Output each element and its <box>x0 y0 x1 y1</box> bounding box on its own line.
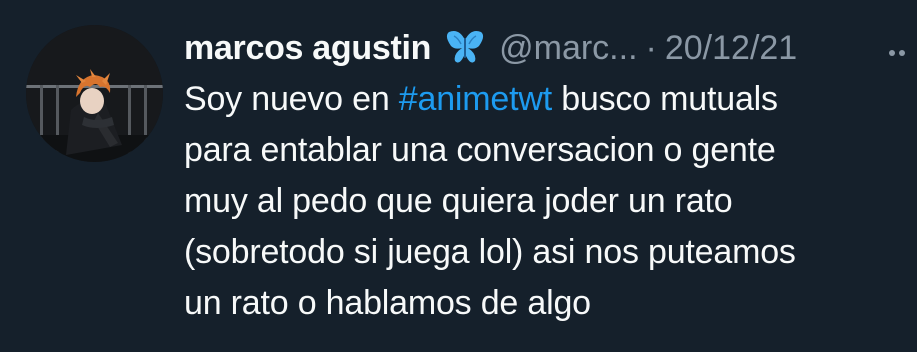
avatar-image <box>26 25 163 162</box>
hashtag-link[interactable]: #animetwt <box>399 80 552 118</box>
tweet-text-line: un rato o hablamos de algo <box>184 284 591 322</box>
user-handle[interactable]: @marc... <box>499 29 637 68</box>
tweet-card[interactable]: marcos agustin @marc... · 20/12/21 Soy n… <box>0 0 917 352</box>
butterfly-emoji-icon <box>445 30 485 66</box>
text-segment: busco mutuals <box>551 80 778 118</box>
more-icon[interactable] <box>888 38 917 68</box>
tweet-header: marcos agustin @marc... · 20/12/21 <box>184 26 904 70</box>
tweet-text-line: Soy nuevo en #animetwt busco mutuals <box>184 74 904 125</box>
separator-dot: · <box>645 28 657 67</box>
avatar[interactable] <box>26 25 163 162</box>
display-name[interactable]: marcos agustin <box>184 29 431 68</box>
tweet-content: marcos agustin @marc... · 20/12/21 Soy n… <box>184 26 904 329</box>
tweet-text-line: (sobretodo si juega lol) asi nos puteamo… <box>184 233 796 271</box>
text-segment: Soy nuevo en <box>184 80 399 118</box>
tweet-text: Soy nuevo en #animetwt busco mutuals par… <box>184 74 904 329</box>
tweet-date[interactable]: 20/12/21 <box>665 29 797 68</box>
tweet-text-line: muy al pedo que quiera joder un rato <box>184 182 733 220</box>
tweet-text-line: para entablar una conversacion o gente <box>184 131 776 169</box>
